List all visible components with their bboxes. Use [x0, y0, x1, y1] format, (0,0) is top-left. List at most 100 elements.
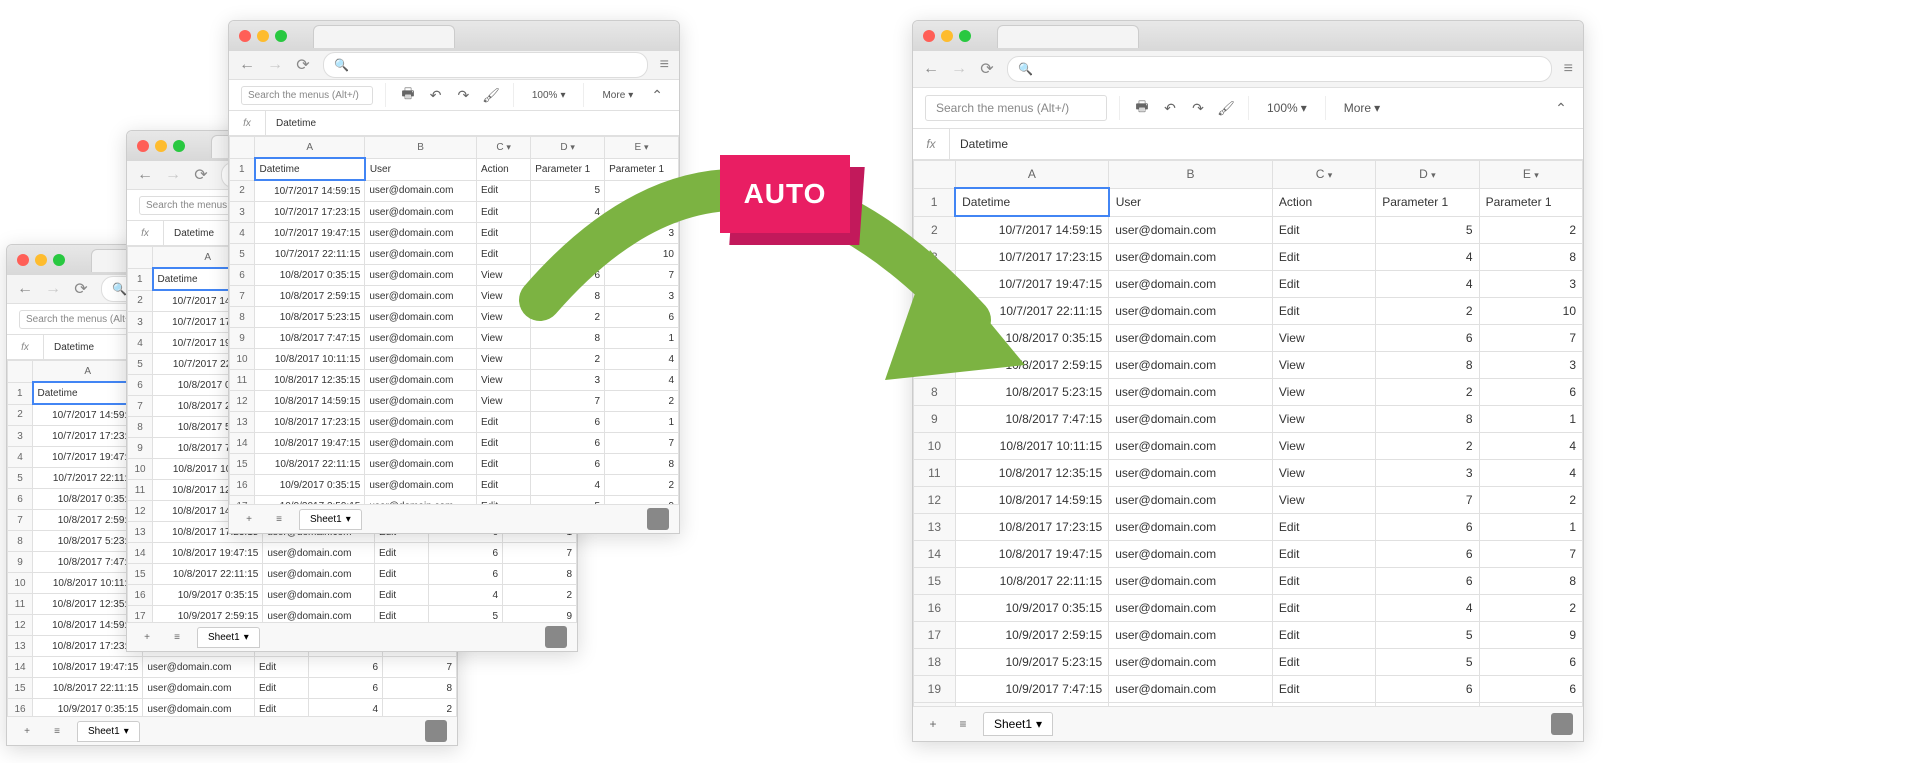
cell-action[interactable]: View: [1272, 433, 1375, 460]
row-header[interactable]: 12: [128, 501, 153, 522]
cell-datetime[interactable]: Datetime: [955, 188, 1109, 216]
row-header[interactable]: 7: [914, 352, 956, 379]
cell-p1[interactable]: 6: [1376, 325, 1479, 352]
zoom-dropdown[interactable]: 100% ▾: [526, 90, 572, 101]
cell-p2[interactable]: 9: [1479, 622, 1582, 649]
cell-action[interactable]: View: [476, 286, 530, 307]
row-header[interactable]: 17: [230, 496, 255, 505]
cell-user[interactable]: user@domain.com: [365, 349, 477, 370]
cell-p1[interactable]: 5: [429, 606, 503, 623]
close-icon[interactable]: [923, 30, 935, 42]
cell-user[interactable]: user@domain.com: [365, 265, 477, 286]
cell-p1[interactable]: 5: [1376, 649, 1479, 676]
cell-p1[interactable]: 8: [531, 286, 605, 307]
add-sheet-icon[interactable]: +: [923, 717, 943, 731]
cell-user[interactable]: user@domain.com: [263, 543, 375, 564]
paint-format-icon[interactable]: 🖌: [1216, 100, 1236, 117]
cell-datetime[interactable]: 10/8/2017 12:35:15: [255, 370, 365, 391]
cell-datetime[interactable]: 10/8/2017 14:59:15: [955, 487, 1109, 514]
row-header[interactable]: 16: [128, 585, 153, 606]
cell-datetime[interactable]: 10/8/2017 7:47:15: [955, 406, 1109, 433]
cell-p2[interactable]: 7: [1479, 325, 1582, 352]
cell-action[interactable]: Action: [1272, 188, 1375, 216]
cell-datetime[interactable]: 10/9/2017 2:59:15: [255, 496, 365, 505]
cell-p2[interactable]: 2: [605, 475, 679, 496]
row-header[interactable]: 16: [914, 595, 956, 622]
row-header[interactable]: 14: [8, 657, 33, 678]
undo-icon[interactable]: ↶: [426, 87, 446, 104]
explore-icon[interactable]: [647, 508, 669, 530]
row-header[interactable]: 5: [8, 468, 33, 489]
cell-p1[interactable]: Parameter 1: [531, 158, 605, 180]
cell-p2[interactable]: 8: [383, 678, 457, 699]
cell-p1[interactable]: 7: [1376, 703, 1479, 707]
row-header[interactable]: 13: [128, 522, 153, 543]
cell-user[interactable]: user@domain.com: [365, 286, 477, 307]
cell-datetime[interactable]: 10/9/2017 0:35:15: [955, 595, 1109, 622]
row-header[interactable]: 6: [8, 489, 33, 510]
cell-user[interactable]: user@domain.com: [1109, 244, 1273, 271]
cell-p2[interactable]: 2: [383, 699, 457, 717]
cell-action[interactable]: Action: [476, 158, 530, 180]
row-header[interactable]: 1: [8, 382, 33, 404]
cell-user[interactable]: user@domain.com: [1109, 298, 1273, 325]
cell-action[interactable]: Edit: [476, 454, 530, 475]
cell-p1[interactable]: 6: [531, 265, 605, 286]
reload-icon[interactable]: ⟳: [295, 55, 311, 75]
corner-cell[interactable]: [8, 361, 33, 383]
cell-user[interactable]: user@domain.com: [1109, 568, 1273, 595]
cell-p2[interactable]: 2: [605, 391, 679, 412]
spreadsheet-grid[interactable]: ABC ▾D ▾E ▾1DatetimeUserActionParameter …: [913, 160, 1583, 706]
cell-action[interactable]: Edit: [1272, 622, 1375, 649]
cell-datetime[interactable]: 10/9/2017 10:11:15: [955, 703, 1109, 707]
cell-user[interactable]: user@domain.com: [365, 307, 477, 328]
cell-action[interactable]: Edit: [476, 180, 530, 202]
cell-p2[interactable]: 3: [1479, 703, 1582, 707]
cell-action[interactable]: Edit: [1272, 595, 1375, 622]
toolbar-collapse-icon[interactable]: ⌃: [647, 87, 667, 104]
cell-p2[interactable]: 9: [605, 496, 679, 505]
cell-user[interactable]: User: [365, 158, 477, 180]
all-sheets-icon[interactable]: ≡: [47, 726, 67, 737]
row-header[interactable]: 9: [230, 328, 255, 349]
cell-action[interactable]: View: [1272, 460, 1375, 487]
cell-datetime[interactable]: 10/8/2017 14:59:15: [255, 391, 365, 412]
url-input[interactable]: 🔍: [1007, 56, 1552, 82]
formula-input[interactable]: Datetime: [44, 342, 104, 353]
cell-p2[interactable]: 6: [1479, 676, 1582, 703]
row-header[interactable]: 4: [914, 271, 956, 298]
cell-action[interactable]: View: [1272, 487, 1375, 514]
cell-p2[interactable]: 2: [605, 180, 679, 202]
cell-datetime[interactable]: 10/8/2017 5:23:15: [955, 379, 1109, 406]
cell-p2[interactable]: 6: [605, 307, 679, 328]
cell-user[interactable]: user@domain.com: [143, 657, 255, 678]
menu-icon[interactable]: ≡: [660, 56, 669, 74]
row-header[interactable]: 7: [230, 286, 255, 307]
row-header[interactable]: 11: [914, 460, 956, 487]
back-icon[interactable]: ←: [137, 166, 153, 184]
cell-datetime[interactable]: 10/8/2017 2:59:15: [955, 352, 1109, 379]
row-header[interactable]: 9: [914, 406, 956, 433]
minimize-icon[interactable]: [155, 140, 167, 152]
cell-p1[interactable]: 4: [531, 202, 605, 223]
cell-p2[interactable]: 8: [605, 454, 679, 475]
cell-p2[interactable]: 7: [1479, 541, 1582, 568]
cell-user[interactable]: user@domain.com: [1109, 595, 1273, 622]
cell-user[interactable]: user@domain.com: [365, 244, 477, 265]
minimize-icon[interactable]: [941, 30, 953, 42]
maximize-icon[interactable]: [173, 140, 185, 152]
cell-p1[interactable]: 2: [1376, 298, 1479, 325]
cell-datetime[interactable]: 10/9/2017 2:59:15: [955, 622, 1109, 649]
forward-icon[interactable]: →: [45, 280, 61, 298]
row-header[interactable]: 5: [128, 354, 153, 375]
row-header[interactable]: 18: [914, 649, 956, 676]
cell-datetime[interactable]: 10/7/2017 19:47:15: [255, 223, 365, 244]
add-sheet-icon[interactable]: +: [137, 632, 157, 643]
row-header[interactable]: 1: [128, 268, 153, 290]
cell-user[interactable]: user@domain.com: [1109, 406, 1273, 433]
column-header[interactable]: E ▾: [605, 137, 679, 159]
cell-action[interactable]: View: [1272, 379, 1375, 406]
cell-datetime[interactable]: 10/7/2017 22:11:15: [255, 244, 365, 265]
cell-datetime[interactable]: 10/8/2017 19:47:15: [255, 433, 365, 454]
cell-action[interactable]: Edit: [254, 678, 308, 699]
